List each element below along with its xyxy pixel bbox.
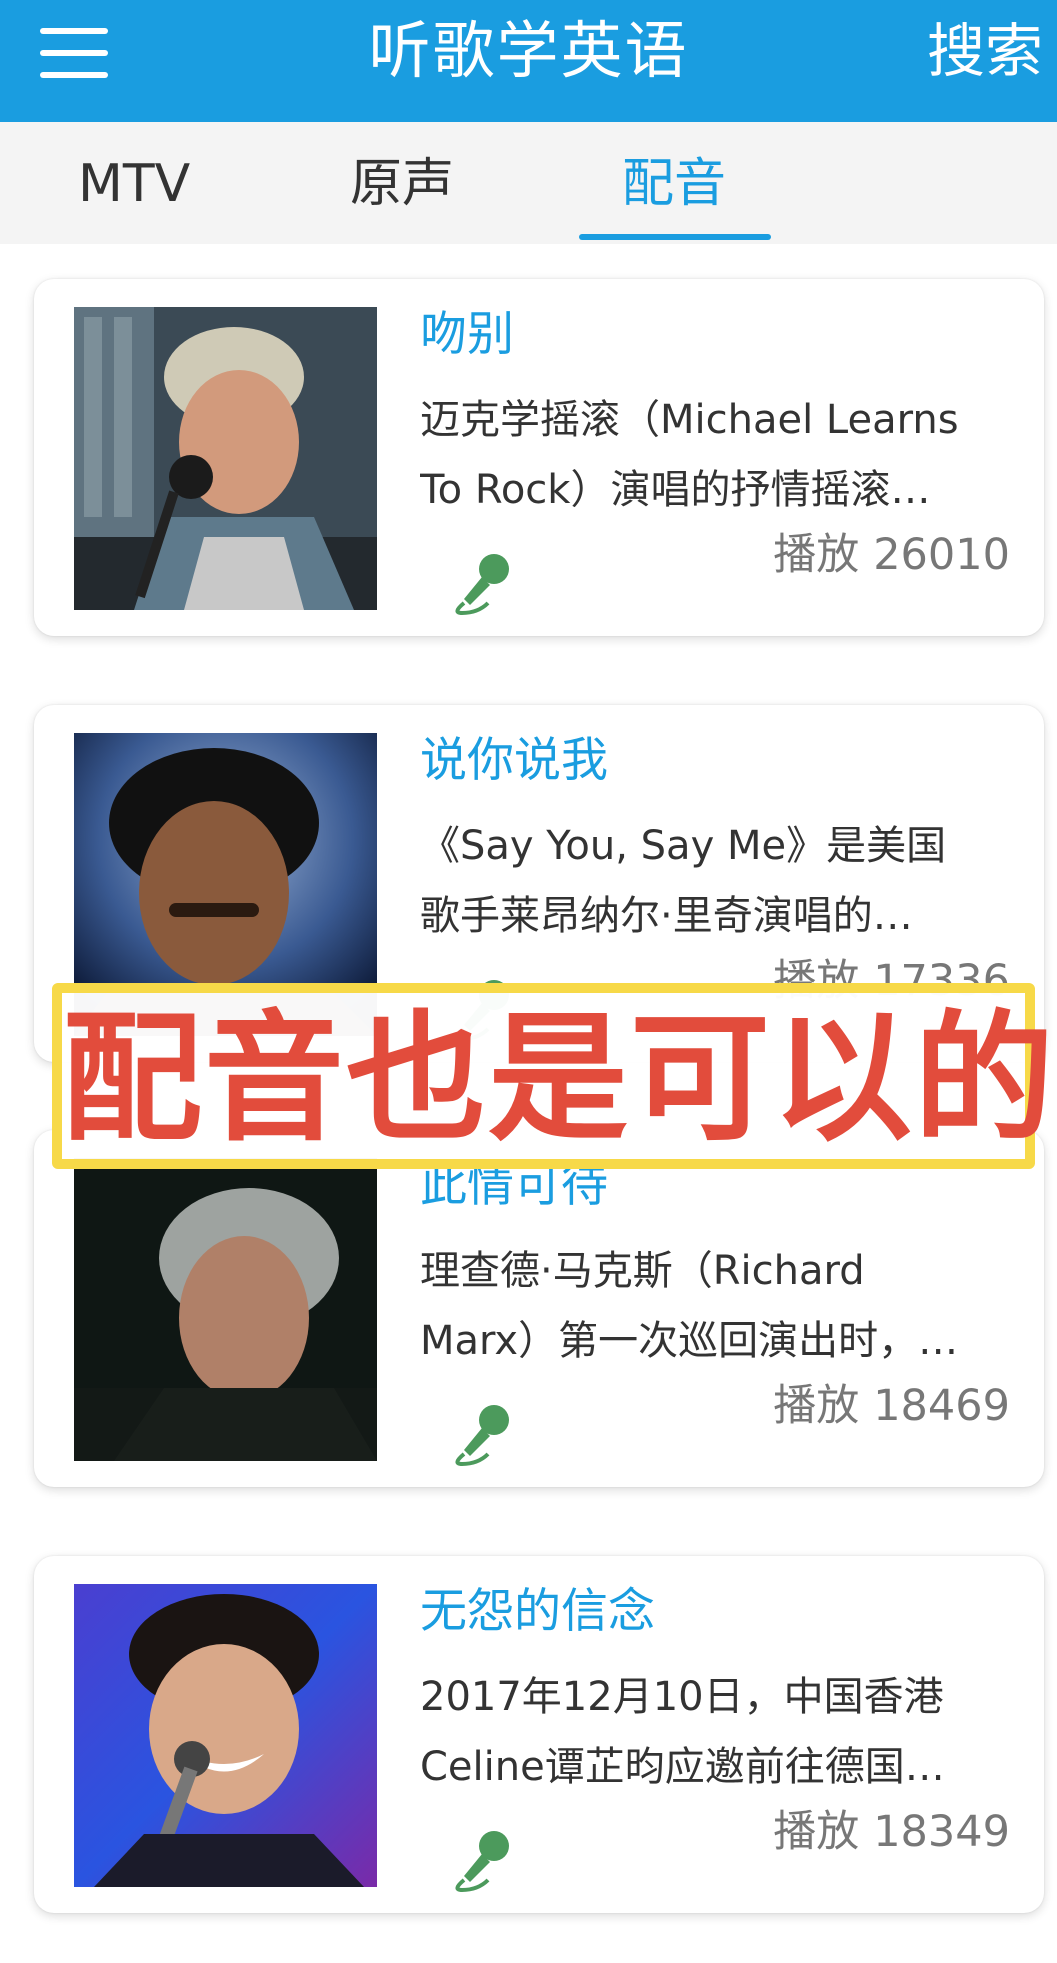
search-button[interactable]: 搜索	[927, 14, 1043, 88]
song-description: 理查德·马克斯（Richard Marx）第一次巡回演出时，…	[420, 1248, 959, 1364]
tab-original[interactable]: 原声	[350, 152, 454, 216]
overlay-caption-banner: 配音也是可以的	[52, 983, 1057, 1169]
page-title: 听歌学英语	[368, 14, 689, 87]
song-thumbnail	[74, 1584, 377, 1887]
play-count: 播放 18469	[773, 1381, 1010, 1431]
song-title: 说你说我	[420, 733, 608, 788]
overlay-caption-text: 配音也是可以的	[62, 998, 1057, 1161]
song-description: 迈克学摇滚（Michael Learns To Rock）演唱的抒情摇滚…	[420, 397, 959, 513]
song-card[interactable]: 吻别 迈克学摇滚（Michael Learns To Rock）演唱的抒情摇滚……	[34, 279, 1044, 636]
top-app-bar: 听歌学英语 搜索	[0, 0, 1057, 122]
microphone-icon[interactable]	[448, 547, 518, 617]
tab-dubbing[interactable]: 配音	[622, 152, 726, 216]
song-thumbnail	[74, 1158, 377, 1461]
microphone-icon[interactable]	[448, 1398, 518, 1468]
song-card[interactable]: 无怨的信念 2017年12月10日，中国香港 Celine谭芷昀应邀前往德国… …	[34, 1556, 1044, 1913]
song-title: 吻别	[420, 307, 514, 362]
microphone-icon[interactable]	[448, 1824, 518, 1894]
tab-bar: MTV 原声 配音	[0, 122, 1057, 244]
play-count: 播放 18349	[773, 1807, 1010, 1857]
play-count: 播放 26010	[773, 530, 1010, 580]
active-tab-indicator	[579, 234, 771, 240]
song-thumbnail	[74, 307, 377, 610]
song-card[interactable]: 此情可待 理查德·马克斯（Richard Marx）第一次巡回演出时，… 播放 1…	[34, 1130, 1044, 1487]
song-title: 无怨的信念	[420, 1584, 655, 1639]
song-description: 《Say You, Say Me》是美国 歌手莱昂纳尔·里奇演唱的…	[420, 823, 947, 939]
song-description: 2017年12月10日，中国香港 Celine谭芷昀应邀前往德国…	[420, 1674, 945, 1790]
tab-mtv[interactable]: MTV	[78, 152, 190, 216]
